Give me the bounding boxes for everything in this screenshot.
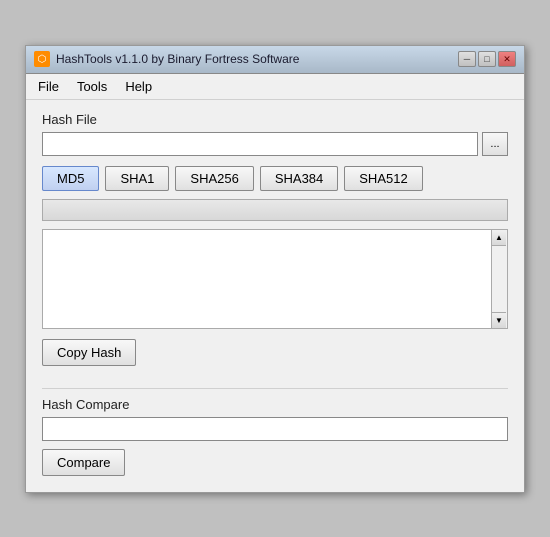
sha512-button[interactable]: SHA512 — [344, 166, 422, 191]
title-bar-left: ⬡ HashTools v1.1.0 by Binary Fortress So… — [34, 51, 299, 67]
window-title: HashTools v1.1.0 by Binary Fortress Soft… — [56, 52, 299, 66]
title-bar: ⬡ HashTools v1.1.0 by Binary Fortress So… — [26, 46, 524, 74]
progress-bar — [42, 199, 508, 221]
sha256-button[interactable]: SHA256 — [175, 166, 253, 191]
separator — [42, 388, 508, 389]
menu-tools[interactable]: Tools — [69, 76, 115, 97]
menu-file[interactable]: File — [30, 76, 67, 97]
compare-button[interactable]: Compare — [42, 449, 125, 476]
maximize-button[interactable]: □ — [478, 51, 496, 67]
hash-compare-section: Hash Compare Compare — [42, 397, 508, 476]
sha384-button[interactable]: SHA384 — [260, 166, 338, 191]
menu-help[interactable]: Help — [117, 76, 160, 97]
scrollbar-down-button[interactable]: ▼ — [492, 312, 506, 328]
hash-file-row: ... — [42, 132, 508, 156]
main-window: ⬡ HashTools v1.1.0 by Binary Fortress So… — [25, 45, 525, 493]
main-content: Hash File ... MD5 SHA1 SHA256 SHA384 SHA… — [26, 100, 524, 492]
hash-file-label: Hash File — [42, 112, 508, 127]
app-icon: ⬡ — [34, 51, 50, 67]
hash-compare-input[interactable] — [42, 417, 508, 441]
close-button[interactable]: ✕ — [498, 51, 516, 67]
hash-type-buttons: MD5 SHA1 SHA256 SHA384 SHA512 — [42, 166, 508, 191]
hash-output-container: ▲ ▼ — [42, 229, 508, 329]
copy-hash-button[interactable]: Copy Hash — [42, 339, 136, 366]
hash-compare-label: Hash Compare — [42, 397, 508, 412]
menu-bar: File Tools Help — [26, 74, 524, 100]
hash-file-input[interactable] — [42, 132, 478, 156]
md5-button[interactable]: MD5 — [42, 166, 99, 191]
scrollbar[interactable]: ▲ ▼ — [491, 230, 507, 328]
window-controls: ─ □ ✕ — [458, 51, 516, 67]
sha1-button[interactable]: SHA1 — [105, 166, 169, 191]
minimize-button[interactable]: ─ — [458, 51, 476, 67]
scrollbar-up-button[interactable]: ▲ — [492, 230, 506, 246]
hash-output-text — [43, 230, 507, 328]
browse-button[interactable]: ... — [482, 132, 508, 156]
